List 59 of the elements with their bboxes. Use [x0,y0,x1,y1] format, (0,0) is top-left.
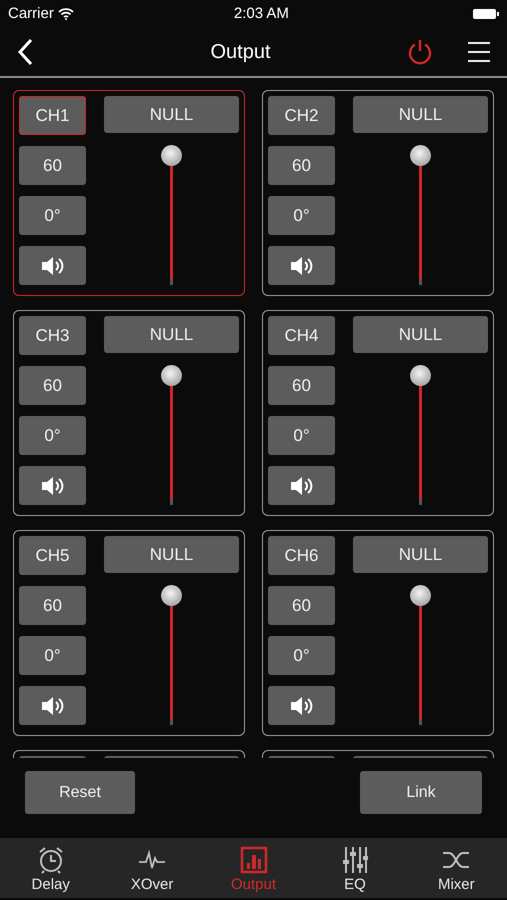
slider-thumb[interactable] [410,145,431,166]
slider-thumb[interactable] [161,145,182,166]
slider-thumb[interactable] [410,365,431,386]
bar-chart-icon [240,846,268,874]
channel-button[interactable]: CH6 [268,536,335,575]
speaker-icon [288,694,314,716]
value-button[interactable]: 60 [268,586,335,625]
mute-button[interactable] [268,686,335,725]
speaker-icon [40,474,66,496]
preset-button[interactable]: NULL [104,536,239,574]
menu-button[interactable] [467,40,491,64]
mute-button[interactable] [268,246,335,285]
mute-button[interactable] [268,466,335,505]
value-button[interactable]: 60 [268,366,335,405]
preset-button[interactable]: NULL [353,316,488,354]
reset-button[interactable]: Reset [25,771,135,814]
channel-button[interactable]: CH3 [19,316,86,355]
phase-button[interactable]: 0° [268,196,335,235]
slider-thumb[interactable] [161,585,182,606]
channel-button[interactable]: CH2 [268,96,335,135]
carrier-label: Carrier [8,4,54,24]
phase-button[interactable]: 0° [19,196,86,235]
slider-thumb[interactable] [161,365,182,386]
back-button[interactable] [16,38,34,66]
preset-button[interactable]: NULL [353,536,488,574]
value-button[interactable]: 60 [19,146,86,185]
speaker-icon [288,474,314,496]
value-button[interactable]: 60 [19,586,86,625]
phase-button[interactable]: 0° [19,636,86,675]
speaker-icon [40,694,66,716]
preset-button[interactable]: NULL [104,316,239,354]
tab[interactable]: XOver [101,838,203,898]
power-button[interactable] [407,39,433,65]
value-button[interactable]: 60 [19,366,86,405]
tab[interactable]: Output [202,838,304,898]
mute-button[interactable] [19,246,86,285]
channel-button[interactable]: CH5 [19,536,86,575]
link-button[interactable]: Link [360,771,482,814]
battery-icon [473,8,499,20]
value-button[interactable]: 60 [268,146,335,185]
phase-button[interactable]: 0° [19,416,86,455]
equalizer-icon [342,846,368,874]
tab[interactable]: Mixer [406,838,507,898]
phase-button[interactable]: 0° [268,636,335,675]
tab[interactable]: Delay [0,838,102,898]
speaker-icon [288,254,314,276]
preset-button[interactable]: NULL [104,96,239,134]
wifi-icon [58,8,74,20]
phase-button[interactable]: 0° [268,416,335,455]
channel-button[interactable]: CH1 [19,96,86,135]
preset-button[interactable]: NULL [353,96,488,134]
tab[interactable]: EQ [304,838,406,898]
slider-thumb[interactable] [410,585,431,606]
mute-button[interactable] [19,466,86,505]
page-title: Output [210,41,271,63]
channel-button[interactable]: CH4 [268,316,335,355]
speaker-icon [40,254,66,276]
mute-button[interactable] [19,686,86,725]
clock-time: 2:03 AM [234,4,289,22]
